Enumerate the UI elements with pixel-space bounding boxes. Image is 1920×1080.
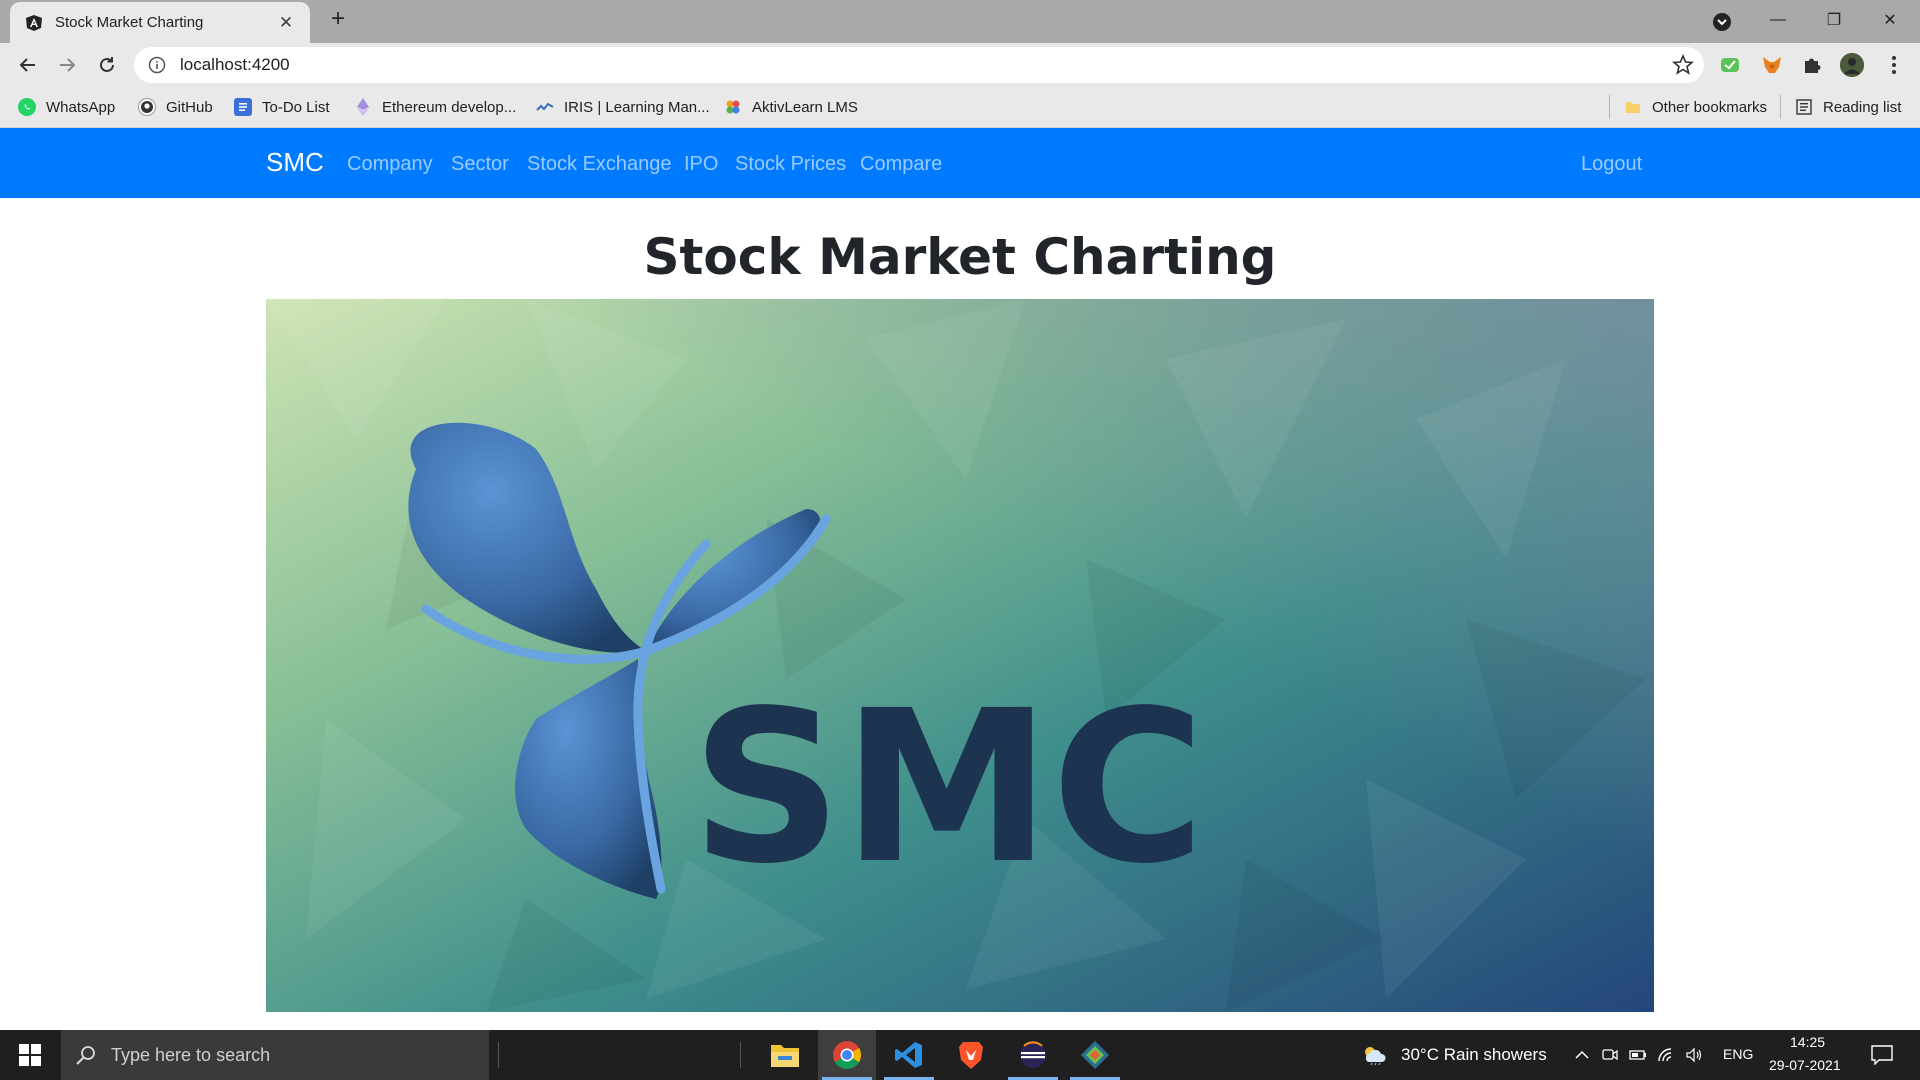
bookmark-label: AktivLearn LMS [752, 98, 858, 116]
extension-check-icon[interactable] [1718, 53, 1742, 77]
aktivlearn-icon [724, 98, 742, 116]
bookmark-todo[interactable]: To-Do List [234, 96, 330, 118]
forward-button[interactable] [53, 51, 81, 79]
browser-toolbar: localhost:4200 [0, 43, 1920, 87]
bookmark-label: Ethereum develop... [382, 98, 517, 116]
browser-tab-strip: Stock Market Charting ✕ + — ❐ ✕ [0, 0, 1920, 43]
new-tab-button[interactable]: + [326, 7, 350, 32]
nav-link-compare[interactable]: Compare [860, 153, 942, 176]
windows-logo-icon [19, 1044, 41, 1066]
clock-time[interactable]: 14:25 [1790, 1034, 1825, 1050]
bookmark-label: WhatsApp [46, 98, 116, 116]
show-hidden-icons-chevron-icon[interactable] [1572, 1045, 1592, 1065]
notification-center-icon[interactable] [1870, 1043, 1894, 1067]
angular-icon [24, 13, 44, 33]
navbar-brand[interactable]: SMC [266, 147, 324, 178]
nav-link-company[interactable]: Company [347, 153, 433, 176]
bookmark-label: To-Do List [262, 98, 330, 116]
info-icon[interactable] [148, 56, 166, 74]
bookmarks-divider [1609, 95, 1610, 119]
todo-icon [234, 98, 252, 116]
nav-link-ipo[interactable]: IPO [684, 153, 718, 176]
bookmark-aktivlearn[interactable]: AktivLearn LMS [724, 96, 858, 118]
browser-tab[interactable]: Stock Market Charting ✕ [10, 2, 310, 43]
taskbar-search-box[interactable]: Type here to search [61, 1030, 489, 1080]
eclipse-taskbar-app[interactable] [1004, 1030, 1062, 1080]
nav-link-stock-exchange[interactable]: Stock Exchange [527, 153, 672, 176]
forward-arrow-icon [60, 58, 76, 72]
restore-button[interactable]: ❐ [1812, 4, 1856, 36]
smc-logo-text: SMC [691, 665, 1205, 910]
vscode-icon [895, 1042, 922, 1068]
bookmarks-bar: WhatsApp GitHub To-Do List Ethereum deve… [0, 87, 1920, 128]
page-title: Stock Market Charting [643, 228, 1277, 286]
taskbar-divider [740, 1042, 741, 1068]
clock-date[interactable]: 29-07-2021 [1769, 1057, 1841, 1073]
folder-icon [771, 1045, 799, 1067]
tab-search-icon[interactable] [1710, 10, 1734, 34]
bookmark-label: IRIS | Learning Man... [564, 98, 710, 116]
chrome-taskbar-app[interactable] [818, 1030, 876, 1080]
git-kraken-icon [1081, 1041, 1109, 1069]
metamask-fox-icon[interactable] [1760, 53, 1784, 77]
language-indicator[interactable]: ENG [1723, 1046, 1753, 1062]
nav-link-stock-prices[interactable]: Stock Prices [735, 153, 846, 176]
reload-button[interactable] [93, 51, 121, 79]
other-bookmarks[interactable]: Other bookmarks [1624, 96, 1767, 118]
reading-list-label: Reading list [1823, 98, 1902, 116]
url-text[interactable]: localhost:4200 [180, 55, 290, 75]
bookmark-ethereum[interactable]: Ethereum develop... [354, 96, 516, 118]
taskbar-divider [498, 1042, 499, 1068]
bookmark-whatsapp[interactable]: WhatsApp [18, 96, 115, 118]
chrome-icon [833, 1041, 861, 1069]
chrome-menu-icon[interactable] [1882, 53, 1906, 77]
battery-icon[interactable] [1628, 1045, 1648, 1065]
folder-icon [1624, 98, 1642, 116]
meet-now-icon[interactable] [1600, 1045, 1620, 1065]
address-bar[interactable]: localhost:4200 [134, 47, 1704, 83]
tab-close-icon[interactable]: ✕ [276, 13, 296, 33]
extensions-puzzle-icon[interactable] [1800, 53, 1824, 77]
reload-icon [100, 57, 114, 72]
wifi-icon[interactable] [1656, 1045, 1676, 1065]
brave-taskbar-app[interactable] [942, 1030, 1000, 1080]
app-navbar: SMC Company Sector Stock Exchange IPO St… [0, 128, 1920, 198]
bookmark-label: GitHub [166, 98, 213, 116]
search-placeholder: Type here to search [111, 1044, 271, 1065]
back-button[interactable] [14, 51, 42, 79]
hero-banner-image: SMC [266, 299, 1654, 1012]
nav-link-sector[interactable]: Sector [451, 153, 509, 176]
profile-avatar[interactable] [1840, 53, 1864, 77]
bookmarks-divider [1780, 95, 1781, 119]
bookmark-iris[interactable]: IRIS | Learning Man... [536, 96, 710, 118]
other-bookmarks-label: Other bookmarks [1652, 98, 1768, 116]
logout-link[interactable]: Logout [1581, 153, 1642, 176]
windows-taskbar: Type here to search 30°C Rain showers EN… [0, 1030, 1920, 1080]
back-arrow-icon [19, 58, 35, 72]
start-button[interactable] [0, 1030, 60, 1080]
bookmark-github[interactable]: GitHub [138, 96, 213, 118]
weather-cloud-icon[interactable] [1360, 1044, 1388, 1065]
ethereum-icon [354, 98, 372, 116]
eclipse-icon [1020, 1041, 1046, 1068]
github-icon [138, 98, 156, 116]
search-icon [76, 1046, 95, 1065]
git-tool-taskbar-app[interactable] [1066, 1030, 1124, 1080]
bookmark-star-icon[interactable] [1672, 54, 1694, 76]
reading-list[interactable]: Reading list [1795, 96, 1901, 118]
whatsapp-icon [18, 98, 36, 116]
close-window-button[interactable]: ✕ [1868, 4, 1912, 36]
reading-list-icon [1795, 98, 1813, 116]
file-explorer-taskbar-app[interactable] [756, 1030, 814, 1080]
vscode-taskbar-app[interactable] [880, 1030, 938, 1080]
minimize-button[interactable]: — [1756, 4, 1800, 36]
brave-lion-icon [959, 1042, 983, 1069]
weather-text[interactable]: 30°C Rain showers [1401, 1045, 1547, 1065]
tab-title: Stock Market Charting [55, 14, 204, 31]
volume-icon[interactable] [1684, 1045, 1704, 1065]
iris-icon [536, 98, 554, 116]
